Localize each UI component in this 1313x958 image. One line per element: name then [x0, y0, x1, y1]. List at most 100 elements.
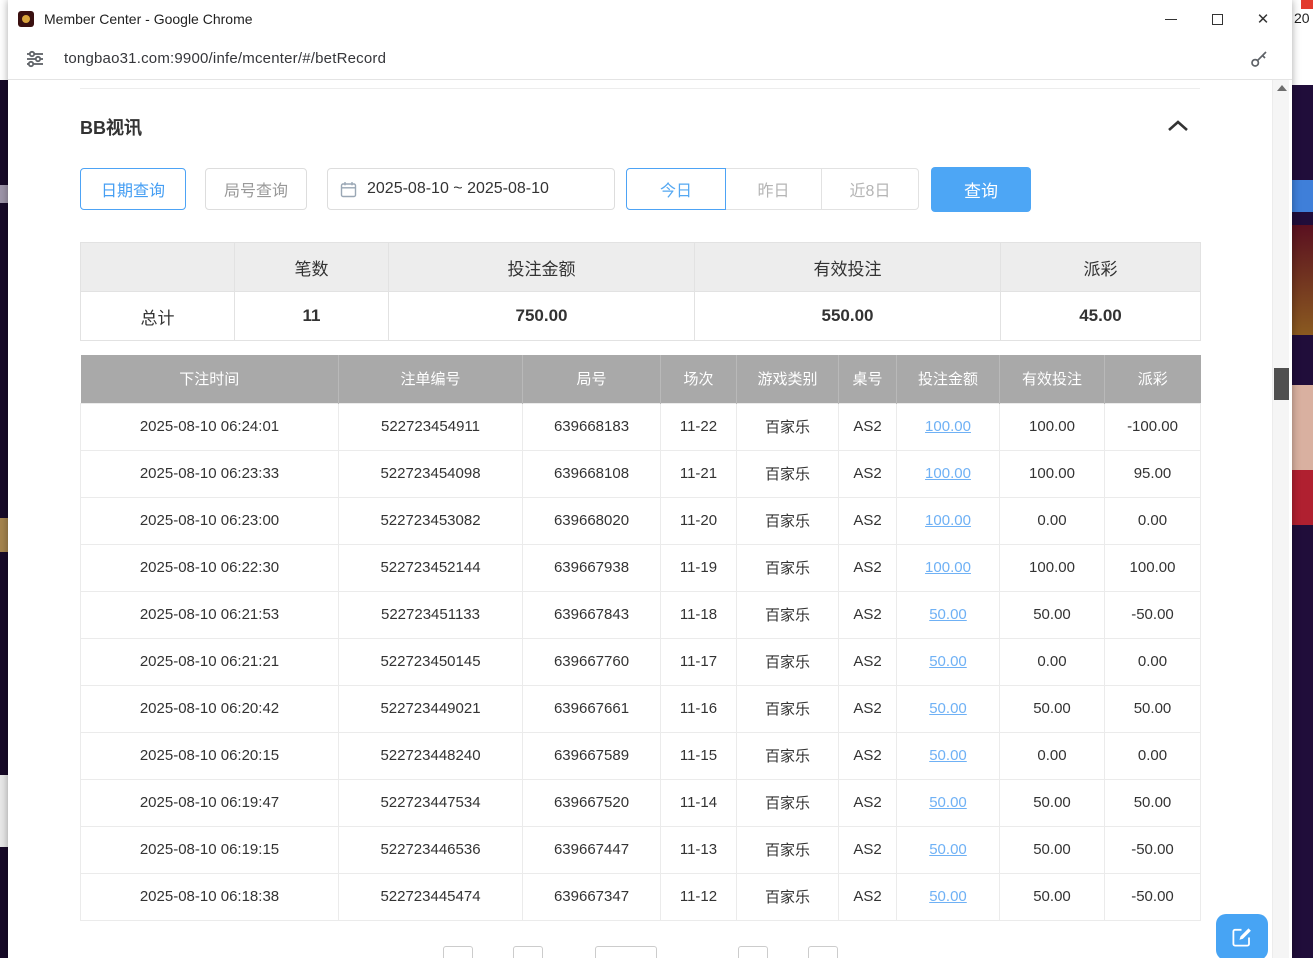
bet-id-cell: 522723445474	[339, 873, 523, 920]
yesterday-button[interactable]: 昨日	[725, 168, 822, 210]
table-no-cell: AS2	[839, 732, 897, 779]
bet-amount-cell: 100.00	[897, 497, 1000, 544]
bet-amount-link[interactable]: 50.00	[929, 700, 967, 717]
round-no-cell: 639668020	[523, 497, 661, 544]
game-type-cell: 百家乐	[737, 732, 839, 779]
payout-cell: -50.00	[1105, 591, 1201, 638]
summary-total-row: 总计 11 750.00 550.00 45.00	[81, 292, 1201, 341]
bet-amount-link[interactable]: 100.00	[925, 512, 971, 529]
background-left-top	[0, 0, 8, 80]
bet-amount-link[interactable]: 50.00	[929, 653, 967, 670]
payout-cell: 100.00	[1105, 544, 1201, 591]
pagination-button[interactable]	[738, 946, 768, 958]
background-photo-edge	[1292, 385, 1313, 470]
bet-amount-link[interactable]: 50.00	[929, 606, 967, 623]
date-query-tab[interactable]: 日期查询	[80, 168, 186, 210]
summary-payout-value: 45.00	[1001, 292, 1201, 341]
round-no-cell: 639667938	[523, 544, 661, 591]
date-range-value: 2025-08-10 ~ 2025-08-10	[367, 180, 549, 198]
col-header-session: 场次	[661, 355, 737, 403]
minimize-icon	[1165, 19, 1177, 20]
date-range-input[interactable]: 2025-08-10 ~ 2025-08-10	[327, 168, 615, 210]
tune-icon	[25, 49, 45, 69]
last-8-days-button[interactable]: 近8日	[821, 168, 919, 210]
page-title: BB视讯	[80, 114, 142, 140]
bet-amount-cell: 50.00	[897, 638, 1000, 685]
bet-time-cell: 2025-08-10 06:19:15	[81, 826, 339, 873]
valid-bet-cell: 0.00	[1000, 638, 1105, 685]
background-red-corner	[1301, 0, 1313, 9]
table-no-cell: AS2	[839, 779, 897, 826]
table-row: 2025-08-10 06:18:38522723445474639667347…	[81, 873, 1201, 920]
close-button[interactable]: ✕	[1240, 0, 1286, 38]
session-cell: 11-20	[661, 497, 737, 544]
background-blue-tag	[1292, 180, 1313, 212]
table-row: 2025-08-10 06:20:15522723448240639667589…	[81, 732, 1201, 779]
valid-bet-cell: 100.00	[1000, 450, 1105, 497]
bet-id-cell: 522723449021	[339, 685, 523, 732]
payout-cell: 50.00	[1105, 685, 1201, 732]
bet-amount-link[interactable]: 100.00	[925, 559, 971, 576]
summary-count-value: 11	[235, 292, 389, 341]
site-info-button[interactable]	[22, 46, 48, 72]
password-key-button[interactable]	[1246, 46, 1272, 72]
scroll-up-arrow[interactable]	[1277, 85, 1287, 91]
close-icon: ✕	[1257, 12, 1270, 27]
background-speck	[0, 775, 8, 847]
summary-col-count: 笔数	[235, 243, 389, 292]
bet-amount-cell: 50.00	[897, 779, 1000, 826]
bet-id-cell: 522723454098	[339, 450, 523, 497]
today-button[interactable]: 今日	[626, 168, 726, 210]
round-query-tab[interactable]: 局号查询	[205, 168, 307, 210]
site-favicon	[18, 11, 34, 27]
collapse-section-button[interactable]	[1164, 116, 1192, 136]
bet-record-table: 下注时间注单编号局号场次游戏类别桌号投注金额有效投注派彩 2025-08-10 …	[80, 355, 1201, 921]
game-type-cell: 百家乐	[737, 685, 839, 732]
round-no-cell: 639667661	[523, 685, 661, 732]
session-cell: 11-19	[661, 544, 737, 591]
table-row: 2025-08-10 06:23:00522723453082639668020…	[81, 497, 1201, 544]
address-url[interactable]: tongbao31.com:9900/infe/mcenter/#/betRec…	[64, 50, 386, 67]
payout-cell: 50.00	[1105, 779, 1201, 826]
game-type-cell: 百家乐	[737, 826, 839, 873]
table-row: 2025-08-10 06:24:01522723454911639668183…	[81, 403, 1201, 450]
pagination-button[interactable]	[513, 946, 543, 958]
session-cell: 11-17	[661, 638, 737, 685]
pagination-page-select[interactable]	[595, 946, 657, 958]
valid-bet-cell: 100.00	[1000, 544, 1105, 591]
bet-amount-link[interactable]: 50.00	[929, 747, 967, 764]
col-header-bet-amount: 投注金额	[897, 355, 1000, 403]
search-button[interactable]: 查询	[931, 167, 1031, 212]
table-no-cell: AS2	[839, 497, 897, 544]
window-titlebar: Member Center - Google Chrome ✕	[8, 0, 1292, 38]
window-title: Member Center - Google Chrome	[44, 11, 253, 27]
summary-col-valid-bet: 有效投注	[695, 243, 1001, 292]
bet-amount-link[interactable]: 50.00	[929, 794, 967, 811]
bet-time-cell: 2025-08-10 06:18:38	[81, 873, 339, 920]
screen: 20 Member Center - Google Chrome ✕	[0, 0, 1313, 958]
bet-amount-link[interactable]: 50.00	[929, 888, 967, 905]
pagination-button[interactable]	[808, 946, 838, 958]
bet-amount-cell: 100.00	[897, 450, 1000, 497]
quick-range-group: 今日 昨日 近8日	[626, 168, 919, 210]
col-header-table-no: 桌号	[839, 355, 897, 403]
summary-col-payout: 派彩	[1001, 243, 1201, 292]
bet-amount-link[interactable]: 50.00	[929, 841, 967, 858]
scrollbar-thumb[interactable]	[1274, 368, 1289, 400]
game-type-cell: 百家乐	[737, 873, 839, 920]
bet-time-cell: 2025-08-10 06:20:42	[81, 685, 339, 732]
edit-fab-button[interactable]	[1216, 914, 1268, 958]
session-cell: 11-15	[661, 732, 737, 779]
pagination-button[interactable]	[443, 946, 473, 958]
bet-time-cell: 2025-08-10 06:21:21	[81, 638, 339, 685]
bet-amount-cell: 100.00	[897, 544, 1000, 591]
maximize-button[interactable]	[1194, 0, 1240, 38]
background-banner-edge	[1292, 225, 1313, 335]
minimize-button[interactable]	[1148, 0, 1194, 38]
bet-amount-link[interactable]: 100.00	[925, 418, 971, 435]
bet-amount-cell: 50.00	[897, 685, 1000, 732]
vertical-scrollbar[interactable]	[1272, 80, 1289, 958]
valid-bet-cell: 50.00	[1000, 873, 1105, 920]
bet-id-cell: 522723447534	[339, 779, 523, 826]
bet-amount-link[interactable]: 100.00	[925, 465, 971, 482]
